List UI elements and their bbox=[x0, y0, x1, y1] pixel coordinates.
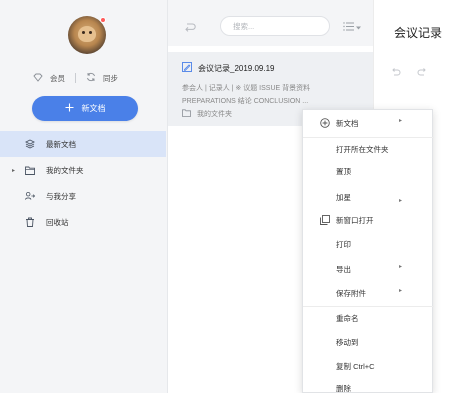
menu-item-label: 打印 bbox=[336, 239, 351, 249]
sync-label: 同步 bbox=[103, 73, 118, 83]
member-label: 会员 bbox=[50, 73, 65, 83]
sort-menu-button[interactable] bbox=[343, 22, 361, 33]
note-title: 会议记录_2019.09.19 bbox=[198, 63, 275, 73]
chevron-down-icon bbox=[356, 23, 361, 32]
sidebar-nav: 最新文档 ▸ 我的文件夹 与我分享 回收站 bbox=[0, 131, 166, 235]
menu-item-label: 打开所在文件夹 bbox=[336, 144, 389, 154]
submenu-arrow-icon: ▸ bbox=[398, 288, 402, 294]
plus-circle-icon bbox=[320, 118, 330, 128]
menu-item-open-new-window[interactable]: 新窗口打开 bbox=[303, 210, 434, 230]
share-users-icon bbox=[25, 191, 35, 201]
menu-item-label: 保存附件 bbox=[336, 288, 366, 298]
note-preview-line: PREPARATIONS 结论 CONCLUSION ... bbox=[182, 98, 309, 105]
plus-icon bbox=[65, 103, 74, 114]
sidebar-item-shared[interactable]: 与我分享 bbox=[0, 183, 166, 209]
new-window-icon bbox=[320, 215, 330, 225]
new-document-label: 新文档 bbox=[81, 104, 106, 113]
sidebar-item-label: 回收站 bbox=[46, 217, 69, 227]
menu-item-delete[interactable]: 删除 bbox=[303, 378, 434, 393]
notification-dot bbox=[100, 17, 106, 23]
menu-item-export[interactable]: 导出 ▸ bbox=[303, 259, 434, 279]
avatar-face bbox=[78, 26, 96, 42]
expand-caret-icon[interactable]: ▸ bbox=[12, 167, 15, 174]
folder-icon bbox=[25, 165, 35, 175]
note-preview: 参会人 | 记录人 | ※ 议题 ISSUE 背景资料 PREPARATIONS… bbox=[182, 82, 373, 108]
sidebar-item-my-folders[interactable]: ▸ 我的文件夹 bbox=[0, 157, 166, 183]
divider bbox=[75, 73, 76, 83]
sidebar-item-label: 我的文件夹 bbox=[46, 165, 84, 175]
list-sort-icon bbox=[343, 22, 354, 33]
menu-divider bbox=[303, 137, 434, 138]
context-menu: 新文档 ▸ 打开所在文件夹 置顶 加星 ▸ 新窗口打开 打印 导出 ▸ 保存附件… bbox=[302, 109, 434, 393]
menu-item-new-document[interactable]: 新文档 ▸ bbox=[303, 113, 434, 133]
sync-icon bbox=[86, 72, 96, 84]
menu-item-label: 复制 Ctrl+C bbox=[336, 361, 375, 371]
menu-item-star[interactable]: 加星 ▸ bbox=[303, 187, 434, 207]
menu-item-label: 新文档 bbox=[336, 118, 359, 128]
note-title-row: 会议记录_2019.09.19 bbox=[182, 62, 373, 74]
sidebar-item-recent[interactable]: 最新文档 bbox=[0, 131, 166, 157]
menu-item-label: 加星 bbox=[336, 192, 351, 202]
note-document-icon bbox=[182, 62, 192, 74]
submenu-arrow-icon: ▸ bbox=[398, 198, 402, 204]
folder-icon bbox=[182, 109, 191, 119]
menu-item-label: 新窗口打开 bbox=[336, 215, 374, 225]
menu-item-move-to[interactable]: 移动到 bbox=[303, 332, 434, 352]
note-preview-line: 参会人 | 记录人 | ※ 议题 ISSUE 背景资料 bbox=[182, 85, 311, 92]
menu-item-label: 移动到 bbox=[336, 337, 359, 347]
account-row: 会员 同步 bbox=[33, 72, 118, 84]
editor-title[interactable]: 会议记录 bbox=[394, 24, 442, 41]
new-document-button[interactable]: 新文档 bbox=[32, 96, 138, 121]
menu-divider bbox=[303, 306, 434, 307]
list-toolbar bbox=[168, 0, 373, 46]
menu-item-save-attachments[interactable]: 保存附件 ▸ bbox=[303, 283, 434, 303]
menu-item-open-folder[interactable]: 打开所在文件夹 bbox=[303, 139, 434, 159]
sidebar-item-trash[interactable]: 回收站 bbox=[0, 209, 166, 235]
layers-icon bbox=[25, 139, 35, 149]
trash-icon bbox=[25, 217, 35, 227]
back-arrow-icon bbox=[184, 22, 196, 36]
menu-item-rename[interactable]: 重命名 bbox=[303, 308, 434, 328]
sidebar: 会员 同步 新文档 最新文档 ▸ 我的文件夹 与我分享 回收站 bbox=[0, 0, 168, 393]
avatar-eye-left bbox=[82, 31, 85, 34]
menu-item-label: 导出 bbox=[336, 264, 351, 274]
editor-toolbar bbox=[390, 68, 428, 78]
avatar-eye-right bbox=[89, 31, 92, 34]
member-button[interactable]: 会员 bbox=[33, 73, 65, 84]
menu-item-print[interactable]: 打印 bbox=[303, 234, 434, 254]
back-button[interactable] bbox=[182, 21, 198, 37]
undo-icon[interactable] bbox=[390, 68, 401, 78]
submenu-arrow-icon: ▸ bbox=[398, 264, 402, 270]
note-folder-label: 我的文件夹 bbox=[197, 111, 232, 118]
search-input[interactable] bbox=[220, 16, 330, 36]
sidebar-item-label: 与我分享 bbox=[46, 191, 76, 201]
menu-item-label: 重命名 bbox=[336, 313, 359, 323]
sidebar-item-label: 最新文档 bbox=[46, 139, 76, 149]
diamond-icon bbox=[33, 73, 43, 84]
menu-item-label: 删除 bbox=[336, 383, 351, 393]
menu-item-copy[interactable]: 复制 Ctrl+C bbox=[303, 356, 434, 376]
submenu-arrow-icon: ▸ bbox=[398, 118, 402, 124]
sync-button[interactable]: 同步 bbox=[86, 72, 118, 84]
redo-icon[interactable] bbox=[417, 68, 428, 78]
menu-item-label: 置顶 bbox=[336, 166, 351, 176]
menu-item-pin[interactable]: 置顶 bbox=[303, 161, 434, 181]
